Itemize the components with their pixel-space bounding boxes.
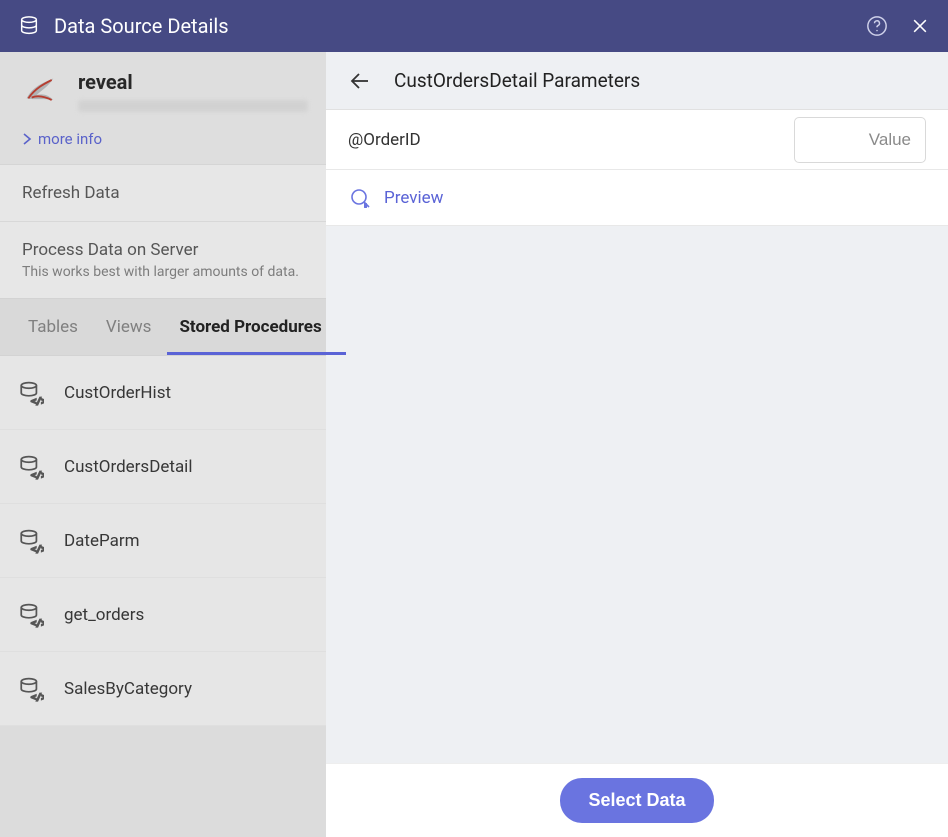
svg-text:</>: </> [31,692,44,701]
list-item[interactable]: </> CustOrderHist [0,356,326,430]
parameter-name: @OrderID [348,130,421,150]
process-on-server-sub: This works best with larger amounts of d… [22,264,304,280]
more-info-link[interactable]: more info [0,122,326,164]
svg-text:</>: </> [31,618,44,627]
datasource-connection-blur [78,100,308,112]
stored-proc-icon: </> [18,454,44,480]
panel-title: CustOrdersDetail Parameters [394,69,640,92]
list-item-label: CustOrderHist [64,383,171,403]
list-item-label: CustOrdersDetail [64,457,192,477]
help-icon[interactable] [866,15,888,37]
parameter-value-input[interactable] [794,117,926,163]
left-panel: reveal more info Refresh Data Process Da… [0,52,326,837]
more-info-label: more info [38,130,102,148]
object-type-tabs: Tables Views Stored Procedures [0,298,326,356]
page-title: Data Source Details [54,14,229,38]
close-icon[interactable] [910,16,930,36]
preview-icon [348,186,372,210]
list-item[interactable]: </> get_orders [0,578,326,652]
list-item-label: get_orders [64,605,144,625]
parameters-panel: CustOrdersDetail Parameters @OrderID Pre… [326,52,948,837]
list-item-label: DateParm [64,531,140,551]
preview-row[interactable]: Preview [326,170,948,226]
select-data-button[interactable]: Select Data [560,778,713,823]
back-icon[interactable] [348,69,372,93]
tab-tables[interactable]: Tables [24,299,82,355]
sqlserver-icon [20,70,60,110]
stored-proc-list: </> CustOrderHist </> CustOrdersDetail [0,356,326,726]
svg-text:</>: </> [31,470,44,479]
list-item[interactable]: </> CustOrdersDetail [0,430,326,504]
refresh-data-label: Refresh Data [22,183,120,203]
preview-label: Preview [384,188,443,208]
list-item[interactable]: </> DateParm [0,504,326,578]
datasource-name: reveal [78,70,308,94]
database-icon [18,15,40,37]
tab-stored-procedures[interactable]: Stored Procedures [175,299,325,355]
process-on-server-label: Process Data on Server [22,240,304,260]
parameter-row: @OrderID [326,110,948,170]
stored-proc-icon: </> [18,602,44,628]
chevron-right-icon [22,133,32,145]
titlebar: Data Source Details [0,0,948,52]
refresh-data-row[interactable]: Refresh Data [0,164,326,221]
stored-proc-icon: </> [18,676,44,702]
stored-proc-icon: </> [18,528,44,554]
svg-text:</>: </> [31,396,44,405]
list-item-label: SalesByCategory [64,679,192,699]
svg-text:</>: </> [31,544,44,553]
process-on-server-row[interactable]: Process Data on Server This works best w… [0,221,326,298]
tab-views[interactable]: Views [102,299,156,355]
stored-proc-icon: </> [18,380,44,406]
list-item[interactable]: </> SalesByCategory [0,652,326,726]
